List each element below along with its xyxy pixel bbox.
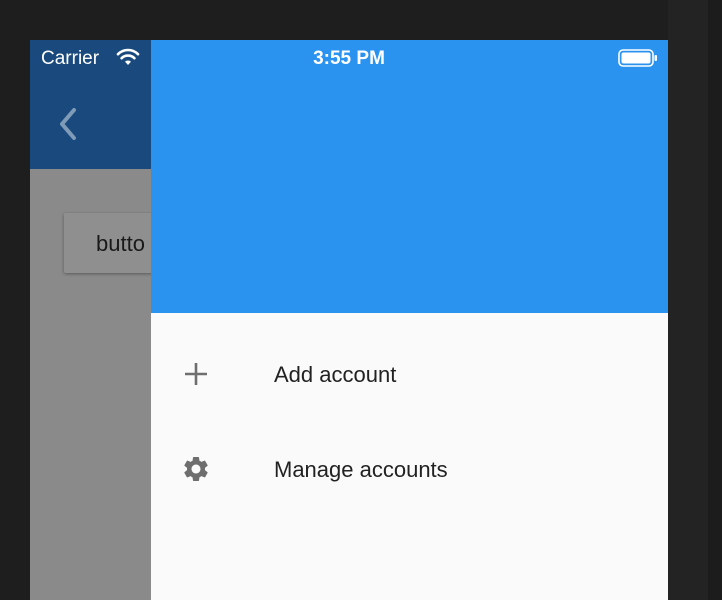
status-bar: Carrier 3:55 PM: [30, 40, 668, 76]
drawer-item-label: Add account: [274, 362, 397, 387]
drawer-item-add-account[interactable]: Add account: [151, 342, 668, 406]
plus-icon: [185, 363, 207, 385]
drawer-item-label: Manage accounts: [274, 457, 448, 482]
drawer-item-manage-accounts[interactable]: Manage accounts: [151, 437, 668, 501]
underlay-button-label: butto: [96, 231, 145, 256]
simulator-screen: butto Add account Manage accounts Carrie…: [30, 40, 668, 600]
status-time: 3:55 PM: [313, 48, 385, 69]
drawer-header: [151, 40, 668, 313]
editor-gutter: [708, 0, 722, 600]
navigation-drawer: Add account Manage accounts: [151, 40, 668, 600]
gear-icon: [184, 457, 208, 481]
battery-icon: [618, 49, 657, 67]
editor-panel: [668, 0, 722, 600]
chevron-left-icon[interactable]: [54, 104, 82, 144]
